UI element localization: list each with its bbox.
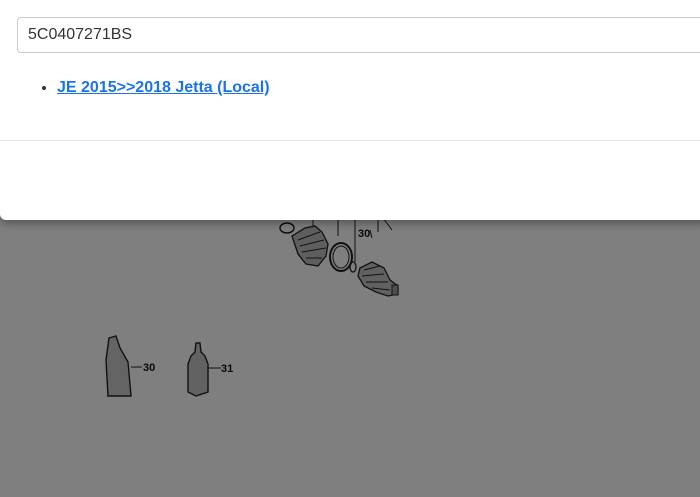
- search-results-modal: JE 2015>>2018 Jetta (Local): [0, 0, 700, 220]
- modal-footer-divider: [0, 140, 700, 141]
- part-number-search-input[interactable]: [17, 17, 700, 53]
- vehicle-model-link[interactable]: JE 2015>>2018 Jetta (Local): [57, 79, 270, 96]
- results-list: JE 2015>>2018 Jetta (Local): [17, 76, 270, 100]
- list-item: JE 2015>>2018 Jetta (Local): [57, 76, 270, 100]
